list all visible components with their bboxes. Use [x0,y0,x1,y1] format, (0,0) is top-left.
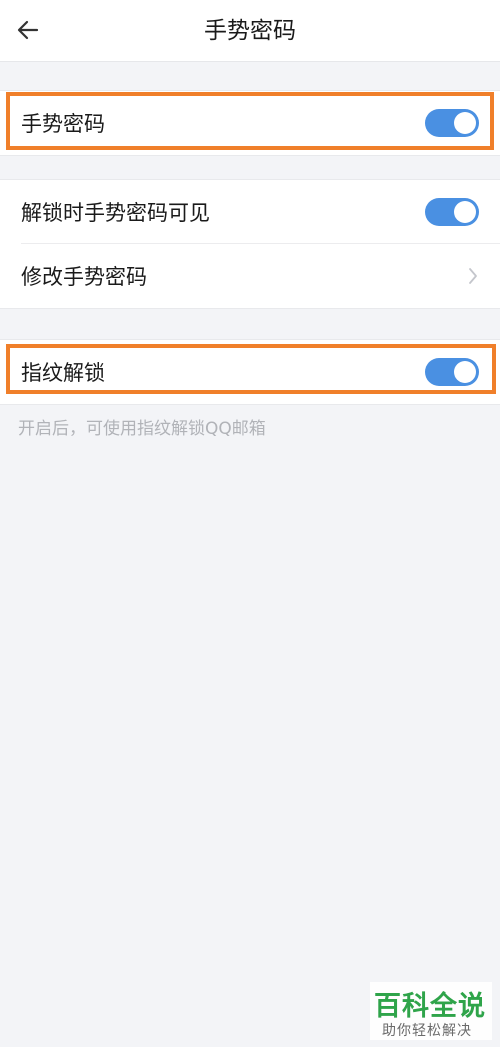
gesture-visible-row: 解锁时手势密码可见 [0,180,500,244]
fingerprint-hint: 开启后，可使用指纹解锁QQ邮箱 [18,419,266,439]
gesture-visible-label: 解锁时手势密码可见 [21,201,210,225]
gesture-visible-toggle[interactable] [425,198,479,226]
fingerprint-group: 指纹解锁 [0,339,500,405]
gesture-password-toggle[interactable] [425,109,479,137]
fingerprint-label: 指纹解锁 [21,361,105,385]
page-title: 手势密码 [204,18,296,44]
watermark-main-text: 百科全说 [374,991,486,1022]
gesture-password-row: 手势密码 [0,91,500,155]
fingerprint-toggle[interactable] [425,358,479,386]
gesture-password-label: 手势密码 [21,112,105,136]
fingerprint-row: 指纹解锁 [0,340,500,404]
app-header: 手势密码 [0,0,500,62]
gesture-password-group: 手势密码 [0,90,500,156]
gesture-options-group: 解锁时手势密码可见 修改手势密码 [0,179,500,309]
watermark-sub-text: 助你轻松解决 [382,1023,472,1039]
watermark-logo: 百科全说 助你轻松解决 [370,982,492,1040]
toggle-knob [454,112,476,134]
change-gesture-row[interactable]: 修改手势密码 [0,244,500,308]
chevron-right-icon [466,266,480,286]
toggle-knob [454,201,476,223]
change-gesture-label: 修改手势密码 [21,265,147,289]
toggle-knob [454,361,476,383]
